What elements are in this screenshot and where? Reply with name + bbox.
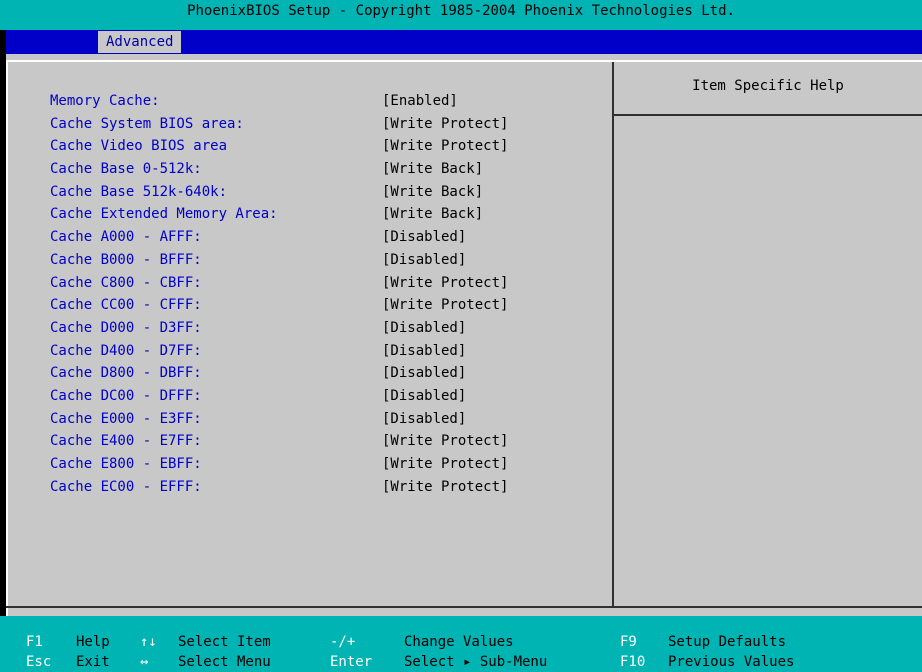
setting-value[interactable]: [Write Protect] — [382, 135, 508, 158]
setting-label: Cache Video BIOS area — [50, 138, 228, 155]
setting-label: Cache D400 - D7FF: — [50, 342, 202, 359]
setting-value[interactable]: [Disabled] — [382, 385, 466, 408]
minus-plus-key[interactable]: -/+ — [330, 634, 355, 650]
setting-value[interactable]: [Disabled] — [382, 408, 466, 431]
esc-desc: Exit — [76, 654, 110, 670]
setting-value[interactable]: [Write Back] — [382, 203, 483, 226]
setting-label: Memory Cache: — [50, 93, 160, 109]
setting-value[interactable]: [Write Protect] — [382, 294, 508, 317]
setting-label: Cache Base 0-512k: — [50, 161, 202, 178]
setting-label: Cache Base 512k-640k: — [50, 183, 228, 200]
f10-desc: Previous Values — [668, 654, 795, 670]
tab-advanced[interactable]: Advanced — [98, 31, 182, 53]
setting-value[interactable]: [Disabled] — [382, 226, 466, 249]
setting-label: Cache E400 - E7FF: — [50, 433, 202, 450]
f10-key[interactable]: F10 — [620, 654, 645, 670]
setting-value[interactable]: [Write Back] — [382, 158, 483, 181]
setting-label: Cache D800 - DBFF: — [50, 365, 202, 382]
bios-title: PhoenixBIOS Setup - Copyright 1985-2004 … — [187, 3, 735, 19]
setting-label: Cache EC00 - EFFF: — [50, 478, 202, 495]
minus-plus-desc: Change Values — [404, 634, 514, 650]
menu-bar: Advanced — [6, 30, 922, 54]
setting-label: Cache E800 - EBFF: — [50, 456, 202, 472]
leftright-arrows-icon[interactable]: ↔ — [140, 654, 148, 670]
setting-label: Cache CC00 - CFFF: — [50, 297, 202, 314]
setting-value[interactable]: [Disabled] — [382, 340, 466, 363]
panel-border-bottom — [6, 606, 922, 608]
setting-value[interactable]: [Write Protect] — [382, 113, 508, 136]
setting-label: Cache System BIOS area: — [50, 115, 244, 132]
settings-panel: Item Specific Help Memory Cache: [Enabled… — [6, 54, 922, 616]
leftright-desc: Select Menu — [178, 654, 271, 670]
setting-value[interactable]: [Disabled] — [382, 362, 466, 385]
panel-border-left — [6, 60, 8, 616]
setting-label: Cache A000 - AFFF: — [50, 229, 202, 246]
f9-key[interactable]: F9 — [620, 634, 637, 650]
setting-value[interactable]: [Write Protect] — [382, 272, 508, 295]
item-specific-help-title: Item Specific Help — [692, 78, 844, 94]
setting-label: Cache C800 - CBFF: — [50, 274, 202, 291]
help-title-divider — [614, 114, 922, 116]
setting-value[interactable]: [Write Back] — [382, 181, 483, 204]
setting-value[interactable]: [Disabled] — [382, 249, 466, 272]
setting-label: Cache B000 - BFFF: — [50, 251, 202, 268]
panel-border-top — [6, 60, 922, 62]
setting-value[interactable]: [Write Protect] — [382, 430, 508, 453]
setting-value[interactable]: [Disabled] — [382, 317, 466, 340]
f1-key[interactable]: F1 — [26, 634, 43, 650]
esc-key[interactable]: Esc — [26, 654, 51, 670]
setting-value[interactable]: [Enabled] — [382, 90, 458, 113]
setting-label: Cache Extended Memory Area: — [50, 206, 278, 223]
enter-key[interactable]: Enter — [330, 654, 372, 670]
f1-desc: Help — [76, 634, 110, 650]
setting-label: Cache D000 - D3FF: — [50, 319, 202, 336]
bios-title-bar: PhoenixBIOS Setup - Copyright 1985-2004 … — [0, 0, 922, 30]
key-help-footer: F1 Help ↑↓ Select Item -/+ Change Values… — [0, 616, 922, 672]
f9-desc: Setup Defaults — [668, 634, 787, 650]
setting-label: Cache E000 - E3FF: — [50, 410, 202, 427]
setting-label: Cache DC00 - DFFF: — [50, 387, 202, 404]
setting-value[interactable]: [Write Protect] — [382, 476, 508, 499]
setting-value[interactable]: [Write Protect] — [382, 453, 508, 476]
enter-desc: Select ▸ Sub-Menu — [404, 654, 548, 670]
help-divider — [612, 62, 614, 606]
updown-arrows-icon[interactable]: ↑↓ — [140, 634, 157, 650]
updown-desc: Select Item — [178, 634, 271, 650]
